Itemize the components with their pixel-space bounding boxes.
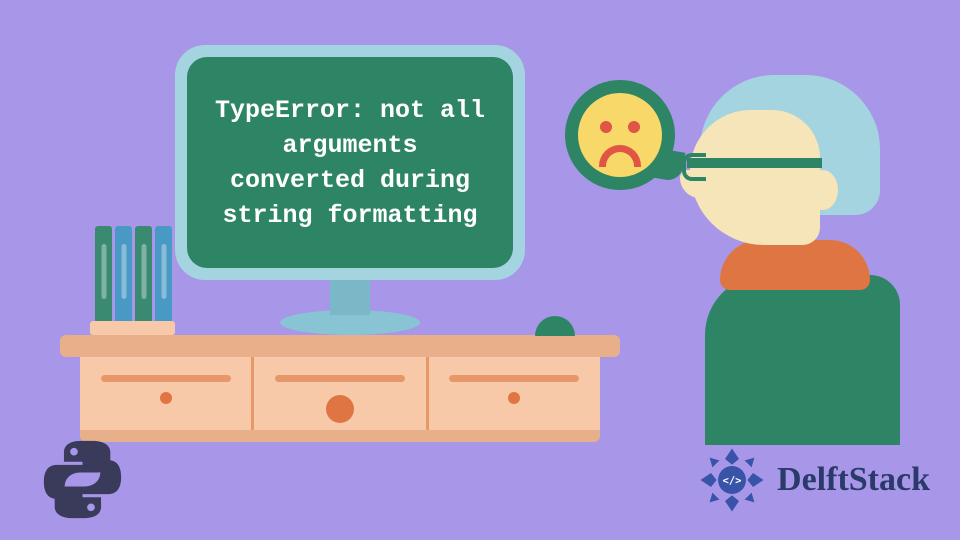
book <box>95 226 112 321</box>
drawer-center <box>254 357 428 430</box>
book <box>135 226 152 321</box>
book <box>155 226 172 321</box>
delftstack-emblem-icon: </> <box>697 445 767 515</box>
monitor-bezel: TypeError: not all arguments converted d… <box>175 45 525 280</box>
monitor-screen: TypeError: not all arguments converted d… <box>187 57 513 268</box>
person-ear <box>808 170 838 210</box>
desk-drawers <box>80 357 600 430</box>
delftstack-text: DelftStack <box>777 461 930 499</box>
book <box>115 226 132 321</box>
illustration-scene: TypeError: not all arguments converted d… <box>0 0 960 540</box>
svg-text:</>: </> <box>723 475 742 487</box>
desk-trim <box>80 430 600 442</box>
computer-monitor: TypeError: not all arguments converted d… <box>175 45 525 340</box>
glasses-icon <box>687 158 822 168</box>
person-collar <box>720 240 870 290</box>
sad-face-icon <box>578 93 662 177</box>
desk <box>60 335 620 430</box>
drawer-left <box>80 357 254 430</box>
person-illustration <box>665 75 905 445</box>
person-body <box>705 275 900 445</box>
delftstack-logo: </> DelftStack <box>697 445 930 515</box>
book-stand <box>90 321 175 335</box>
sad-face-bubble-icon <box>565 80 675 190</box>
computer-mouse-icon <box>535 316 575 336</box>
drawer-right <box>429 357 600 430</box>
bookshelf <box>90 225 175 335</box>
python-logo-icon <box>40 437 125 522</box>
monitor-neck <box>330 280 370 315</box>
error-message-text: TypeError: not all arguments converted d… <box>212 93 488 233</box>
